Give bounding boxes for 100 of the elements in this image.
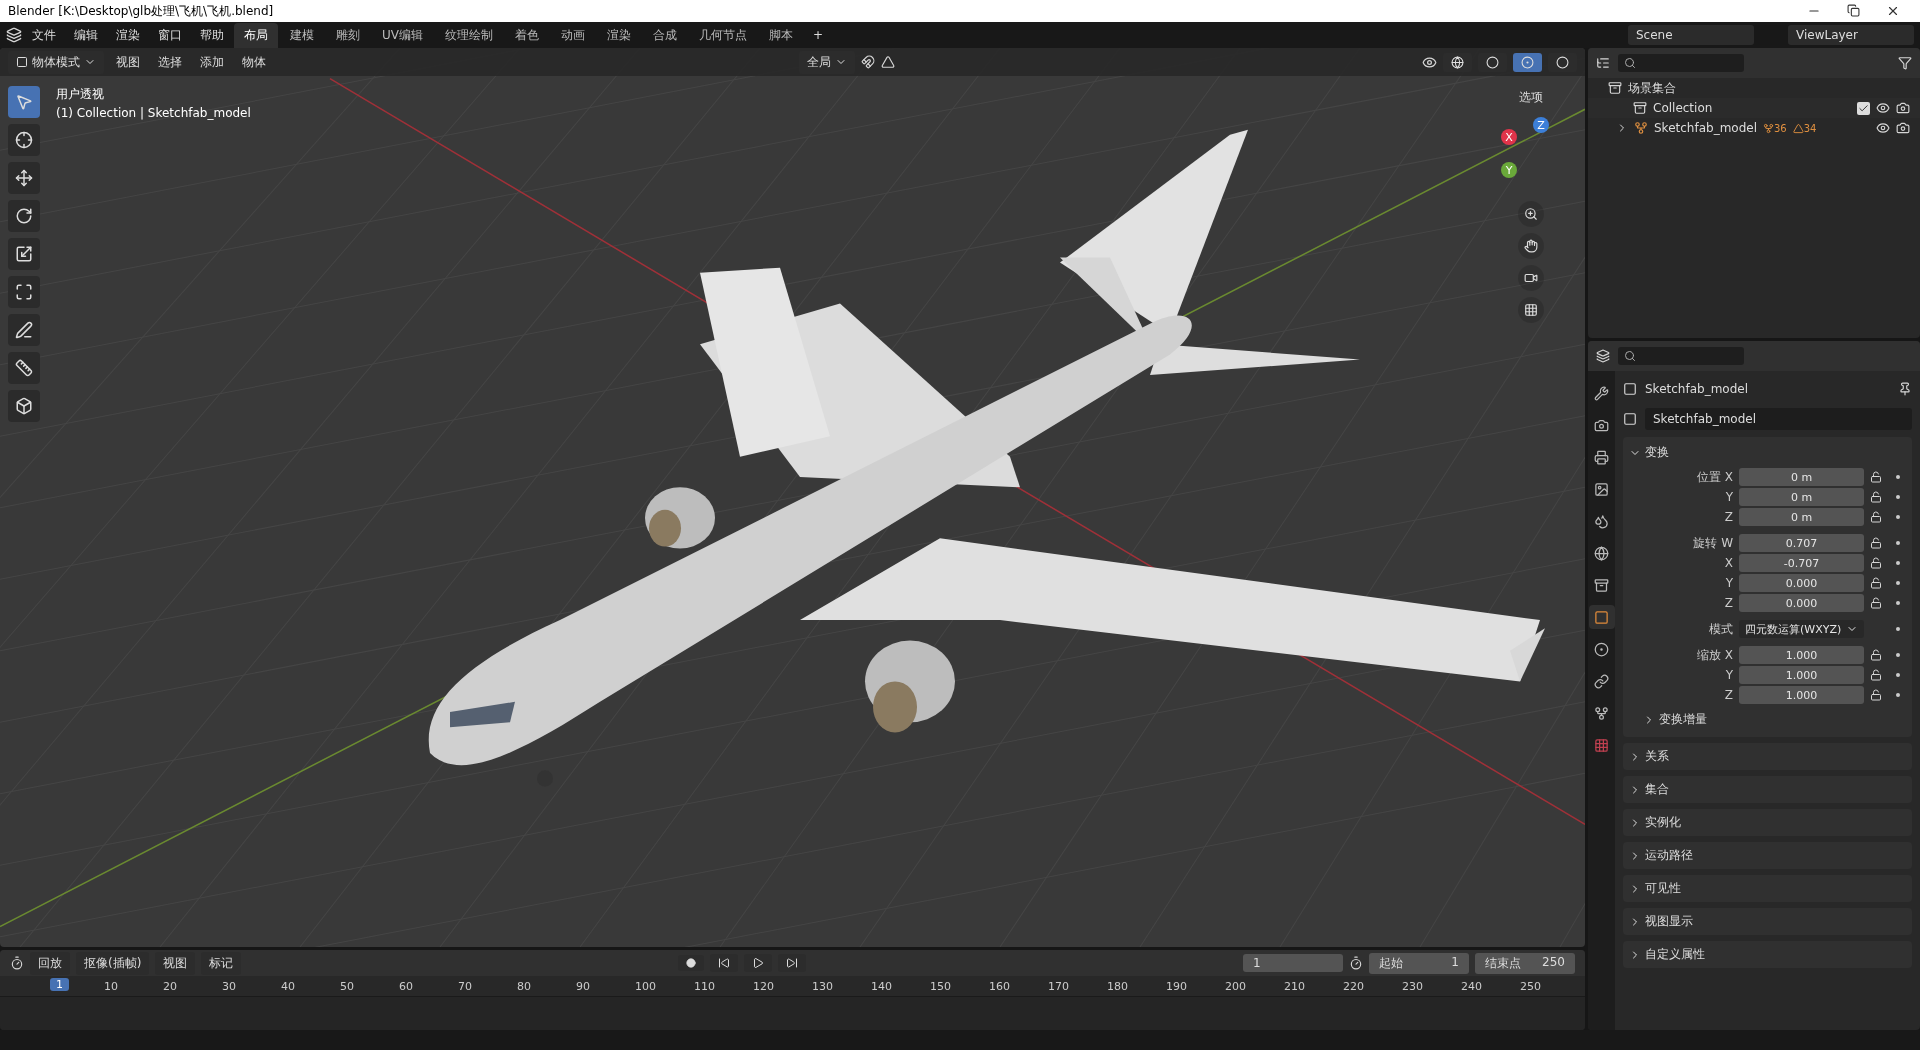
number-field[interactable]: 0 m — [1739, 508, 1864, 526]
zoom-button[interactable] — [1518, 201, 1544, 227]
lock-icon[interactable] — [1870, 689, 1882, 701]
workspace-tab[interactable]: 合成 — [643, 22, 687, 48]
workspace-tab[interactable]: 雕刻 — [326, 22, 370, 48]
axis-gizmo-handle[interactable]: X — [1501, 129, 1517, 145]
view-menu-item[interactable]: 选择 — [152, 50, 188, 74]
keyframe-dot[interactable] — [1896, 693, 1900, 697]
add-workspace-button[interactable]: + — [805, 25, 832, 45]
keyframe-dot[interactable] — [1896, 601, 1900, 605]
panel-header[interactable]: 集合 — [1623, 778, 1912, 801]
number-field[interactable]: 1.000 — [1739, 646, 1864, 664]
end-frame-field[interactable]: 结束点 250 — [1475, 952, 1575, 974]
cursor-tool[interactable] — [8, 124, 40, 156]
proportional-icon[interactable] — [881, 55, 895, 69]
rotate-tool[interactable] — [8, 200, 40, 232]
menu-item[interactable]: 窗口 — [150, 23, 190, 47]
timeline-menu-item[interactable]: 回放 — [30, 951, 70, 975]
measure-tool[interactable] — [8, 352, 40, 384]
options-button[interactable]: 选项 — [1513, 86, 1549, 109]
number-field[interactable]: 0.000 — [1739, 594, 1864, 612]
tree-item[interactable]: Collection — [1653, 101, 1713, 115]
workspace-tab[interactable]: 几何节点 — [689, 22, 757, 48]
play-button[interactable] — [744, 954, 773, 972]
tree-item[interactable]: 场景集合 — [1628, 79, 1676, 97]
outliner-icon[interactable] — [1596, 56, 1610, 70]
keyframe-dot[interactable] — [1896, 475, 1900, 479]
view-layer-field[interactable]: ViewLayer — [1788, 25, 1914, 45]
lock-icon[interactable] — [1870, 471, 1882, 483]
transform-tool[interactable] — [8, 276, 40, 308]
square-tab[interactable] — [1588, 605, 1615, 629]
editor-type-icon[interactable] — [10, 956, 24, 970]
keyframe-dot[interactable] — [1896, 673, 1900, 677]
panel-header[interactable]: 可见性 — [1623, 877, 1912, 900]
scale-tool[interactable] — [8, 238, 40, 270]
keyframe-dot[interactable] — [1896, 495, 1900, 499]
panel-header[interactable]: 运动路径 — [1623, 844, 1912, 867]
lock-icon[interactable] — [1870, 649, 1882, 661]
workspace-tab[interactable]: 布局 — [234, 22, 278, 48]
menu-item[interactable]: 帮助 — [192, 23, 232, 47]
current-frame-field[interactable]: 1 — [1243, 954, 1343, 972]
start-frame-field[interactable]: 起始 1 — [1369, 952, 1469, 974]
panel-header[interactable]: 关系 — [1623, 745, 1912, 768]
workspace-tab[interactable]: 脚本 — [759, 22, 803, 48]
lock-icon[interactable] — [1870, 491, 1882, 503]
workspace-tab[interactable]: UV编辑 — [372, 22, 433, 48]
jump-end-button[interactable] — [778, 954, 807, 972]
search-field[interactable] — [1618, 54, 1744, 72]
lock-icon[interactable] — [1870, 557, 1882, 569]
number-field[interactable]: 0 m — [1739, 468, 1864, 486]
number-field[interactable]: 1.000 — [1739, 666, 1864, 684]
view-menu-item[interactable]: 物体 — [236, 50, 272, 74]
menu-item[interactable]: 渲染 — [108, 23, 148, 47]
lock-icon[interactable] — [1870, 669, 1882, 681]
scene-field[interactable]: Scene — [1628, 25, 1754, 45]
workspace-tab[interactable]: 纹理绘制 — [435, 22, 503, 48]
move-tool[interactable] — [8, 162, 40, 194]
visibility-icon[interactable] — [1876, 101, 1890, 115]
add-cube-tool[interactable] — [8, 390, 40, 422]
camera-view-button[interactable] — [1518, 265, 1544, 291]
name-field[interactable]: Sketchfab_model — [1645, 408, 1912, 430]
number-field[interactable]: 0 m — [1739, 488, 1864, 506]
keyframe-dot[interactable] — [1896, 627, 1900, 631]
lock-icon[interactable] — [1870, 577, 1882, 589]
playhead[interactable]: 1 — [50, 978, 69, 991]
jump-start-button[interactable] — [710, 954, 739, 972]
checkbox[interactable] — [1857, 101, 1870, 115]
render-icon[interactable] — [1896, 101, 1910, 115]
select-tool[interactable] — [8, 86, 40, 118]
number-field[interactable]: 0.000 — [1739, 574, 1864, 592]
annotate-tool[interactable] — [8, 314, 40, 346]
render-icon[interactable] — [1896, 121, 1910, 135]
pan-button[interactable] — [1518, 233, 1544, 259]
keyframe-dot[interactable] — [1896, 541, 1900, 545]
editor-type-icon[interactable] — [1596, 349, 1610, 363]
filter-icon[interactable] — [1898, 56, 1912, 70]
shading-button[interactable] — [1513, 52, 1542, 72]
keyframe-dot[interactable] — [1896, 581, 1900, 585]
restore-icon[interactable] — [1847, 4, 1860, 17]
close-icon[interactable] — [1886, 4, 1900, 18]
grid-view-button[interactable] — [1518, 297, 1544, 323]
visibility-icon[interactable] — [1876, 121, 1890, 135]
number-field[interactable]: 1.000 — [1739, 686, 1864, 704]
workspace-tab[interactable]: 着色 — [505, 22, 549, 48]
menu-item[interactable]: 编辑 — [66, 23, 106, 47]
number-field[interactable]: -0.707 — [1739, 554, 1864, 572]
number-field[interactable]: 0.707 — [1739, 534, 1864, 552]
view-menu-item[interactable]: 添加 — [194, 50, 230, 74]
mode-dropdown[interactable]: 四元数运算(WXYZ) — [1739, 620, 1864, 638]
pin-icon[interactable] — [1898, 382, 1912, 396]
panel-header[interactable]: 实例化 — [1623, 811, 1912, 834]
workspace-tab[interactable]: 动画 — [551, 22, 595, 48]
workspace-tab[interactable]: 渲染 — [597, 22, 641, 48]
keyframe-dot[interactable] — [1896, 515, 1900, 519]
panel-header[interactable]: 自定义属性 — [1623, 943, 1912, 966]
axis-gizmo-handle[interactable]: Z — [1533, 117, 1549, 133]
timer-icon[interactable] — [1349, 956, 1363, 970]
menu-item[interactable]: 文件 — [24, 23, 64, 47]
timeline-menu-item[interactable]: 标记 — [201, 951, 242, 975]
keyframe-dot[interactable] — [1896, 561, 1900, 565]
